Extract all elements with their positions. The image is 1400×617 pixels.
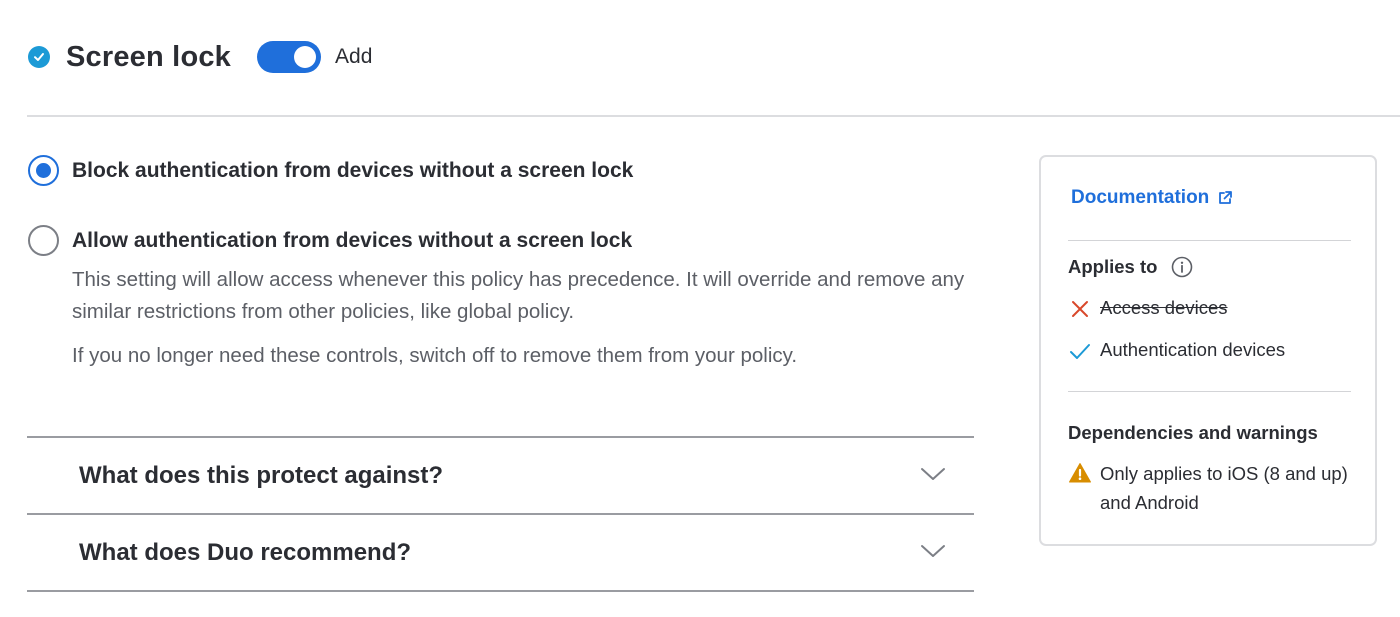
applies-to-access-devices: Access devices [1068,297,1228,321]
toggle-label: Add [335,45,373,68]
accordion-duo-recommend[interactable]: What does Duo recommend? [27,515,974,591]
add-toggle[interactable] [257,41,322,73]
radio-button-block[interactable] [28,155,59,186]
header-divider [27,115,1400,117]
warning-icon [1069,463,1091,483]
info-panel: Documentation Applies to Access devices … [1039,155,1377,546]
radio-option-block[interactable]: Block authentication from devices withou… [28,155,633,186]
accordion-divider [27,590,974,592]
allow-description: This setting will allow access whenever … [72,268,965,323]
radio-button-allow[interactable] [28,225,59,256]
chevron-down-icon [921,468,945,480]
radio-option-allow[interactable]: Allow authentication from devices withou… [28,225,632,256]
applies-to-authentication-devices: Authentication devices [1068,339,1285,363]
panel-divider [1068,391,1351,392]
external-link-icon [1219,191,1233,204]
page-header: Screen lock Add [28,30,372,84]
chevron-down-icon [921,545,945,557]
accordion-title: What does Duo recommend? [79,539,412,566]
check-icon [1070,344,1090,359]
switch-off-hint: If you no longer need these controls, sw… [72,344,798,367]
toggle-knob [294,46,317,68]
applies-to-label: Applies to [1068,256,1158,277]
accordion-title: What does this protect against? [79,462,444,489]
info-icon[interactable] [1171,256,1193,278]
access-devices-label: Access devices [1100,297,1228,318]
documentation-link[interactable]: Documentation [1071,187,1233,209]
accordion-protect-against[interactable]: What does this protect against? [27,438,974,514]
radio-selected-dot [36,163,51,178]
radio-label-block: Block authentication from devices withou… [72,158,634,182]
authentication-devices-label: Authentication devices [1100,339,1286,360]
documentation-link-label: Documentation [1071,187,1210,208]
dependencies-heading: Dependencies and warnings [1068,422,1318,443]
warning-text: Only applies to iOS (8 and up) and Andro… [1100,463,1348,513]
x-icon [1072,301,1088,317]
enabled-check-icon [28,46,50,68]
applies-to-heading: Applies to [1068,256,1193,278]
radio-label-allow: Allow authentication from devices withou… [72,228,633,252]
panel-divider [1068,240,1351,241]
dependency-warning: Only applies to iOS (8 and up) and Andro… [1068,459,1350,517]
page-title: Screen lock [66,40,232,73]
